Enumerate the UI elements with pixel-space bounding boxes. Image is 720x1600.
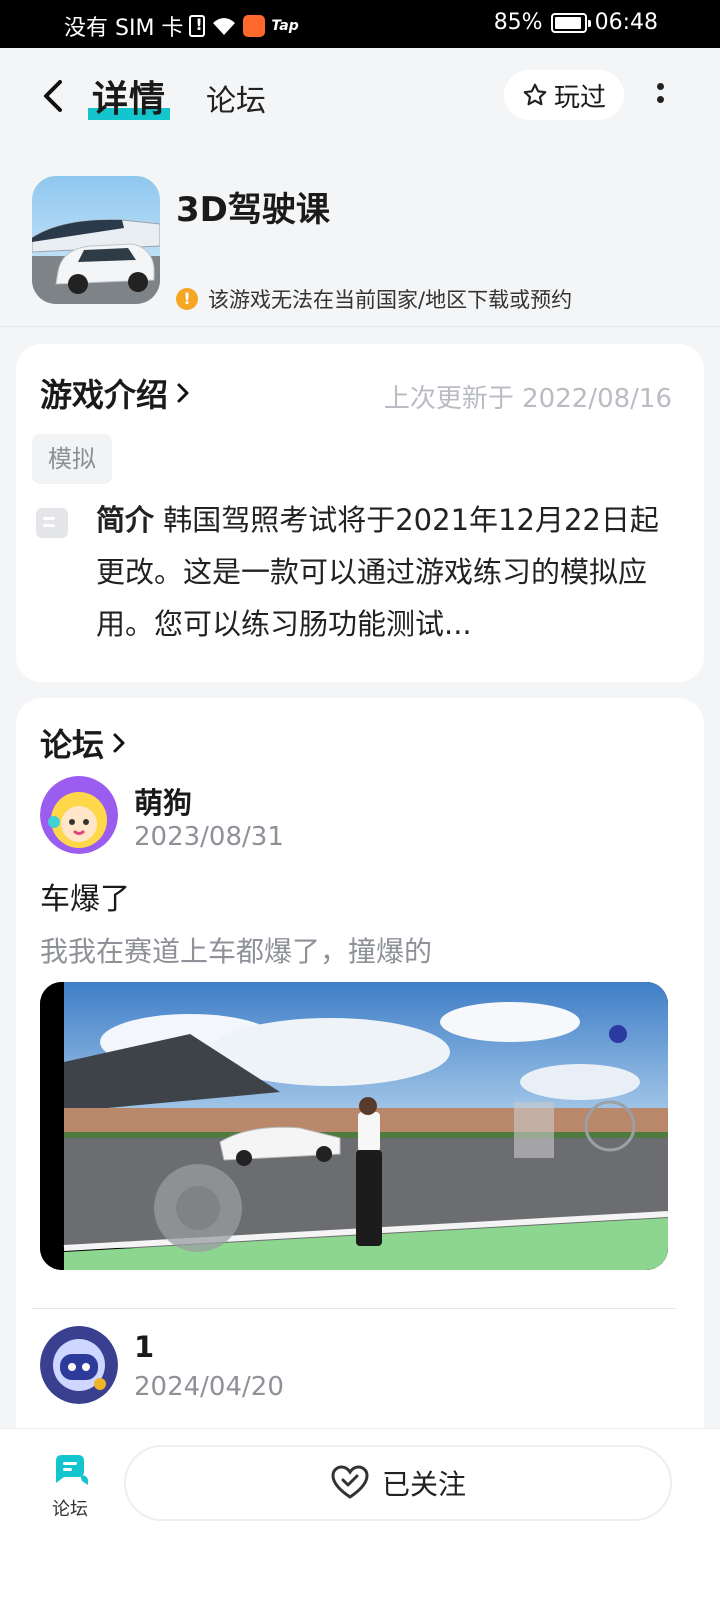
follow-label: 已关注 — [381, 1468, 466, 1501]
divider — [0, 326, 720, 327]
heart-check-icon — [331, 1465, 369, 1499]
status-bar: 没有 SIM 卡 Tap 85% 06:48 — [0, 0, 720, 48]
bottom-action-bar: 论坛 已关注 — [0, 1428, 720, 1600]
avatar[interactable] — [40, 1326, 118, 1404]
post-title[interactable]: 车爆了 — [40, 874, 130, 918]
played-button[interactable]: 玩过 — [504, 70, 624, 120]
tab-detail[interactable]: 详情 — [88, 70, 171, 122]
follow-button[interactable]: 已关注 — [124, 1445, 672, 1521]
game-title: 3D驾驶课 — [176, 190, 330, 230]
warning-text: 该游戏无法在当前国家/地区下载或预约 — [208, 288, 573, 312]
post-username[interactable]: 1 — [134, 1330, 154, 1364]
info-warning-icon: ! — [176, 288, 198, 310]
game-app-icon — [32, 176, 160, 304]
tab-forum[interactable]: 论坛 — [206, 76, 266, 120]
forum-chat-icon — [56, 1455, 88, 1485]
region-warning: ! 该游戏无法在当前国家/地区下载或预约 — [176, 284, 572, 314]
top-nav: 详情 论坛 玩过 — [0, 48, 720, 144]
genre-tag[interactable]: 模拟 — [32, 434, 112, 484]
chevron-right-icon — [177, 383, 189, 403]
post-image[interactable] — [40, 982, 668, 1270]
post-body[interactable]: 我我在赛道上车都爆了，撞爆的 — [40, 930, 432, 970]
last-updated: 上次更新于 2022/08/16 — [383, 384, 672, 414]
post-separator — [32, 1308, 676, 1309]
played-label: 玩过 — [553, 82, 606, 113]
carrier-text: 没有 SIM 卡 — [64, 16, 184, 41]
game-description[interactable]: 简介 韩国驾照考试将于2021年12月22日起更改。这是一款可以通过游戏练习的模… — [96, 494, 676, 650]
bottom-forum-button[interactable]: 论坛 — [40, 1451, 100, 1521]
tap-icon: Tap — [271, 18, 299, 34]
chevron-right-icon — [113, 733, 125, 753]
sim-alert-icon — [189, 15, 206, 37]
star-outline-icon — [523, 83, 547, 106]
description-label: 简介 — [96, 503, 155, 537]
description-text: 韩国驾照考试将于2021年12月22日起更改。这是一款可以通过游戏练习的模拟应用… — [96, 503, 659, 641]
battery-icon — [550, 12, 591, 33]
intro-section-title[interactable]: 游戏介绍 — [40, 370, 190, 416]
post-date: 2024/04/20 — [134, 1372, 284, 1402]
more-options-icon[interactable] — [652, 80, 668, 110]
app-notification-icon — [243, 15, 266, 37]
wifi-icon — [213, 18, 236, 35]
avatar[interactable] — [40, 776, 118, 854]
forum-card: 论坛 萌狗 2023/08/31 车爆了 我我在赛道上车都爆了，撞爆的 1 20… — [16, 698, 704, 1458]
battery-percent: 85% — [493, 10, 543, 35]
description-icon — [36, 508, 68, 538]
bottom-forum-label: 论坛 — [52, 1499, 88, 1520]
game-intro-card: 游戏介绍 上次更新于 2022/08/16 模拟 简介 韩国驾照考试将于2021… — [16, 344, 704, 682]
back-arrow-icon[interactable] — [38, 76, 68, 116]
clock: 06:48 — [594, 10, 658, 35]
post-username[interactable]: 萌狗 — [134, 780, 192, 822]
forum-section-title[interactable]: 论坛 — [40, 720, 126, 766]
post-date: 2023/08/31 — [134, 822, 284, 852]
